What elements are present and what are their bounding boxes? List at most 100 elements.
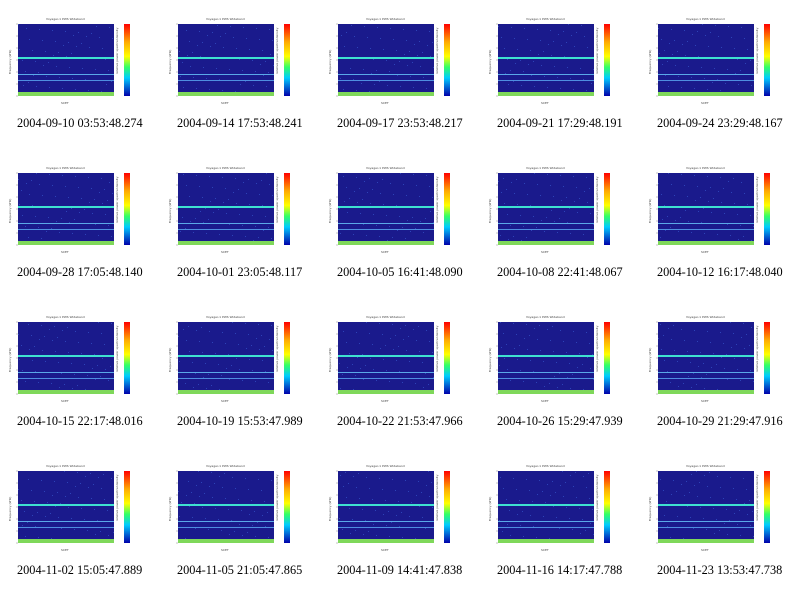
plot-title: Voyager-1 PWS Wideband xyxy=(206,17,245,21)
plot-title: Voyager-1 PWS Wideband xyxy=(366,315,405,319)
spectrogram-thumbnail[interactable]: Voyager-1 PWS Wideband Frequency (kHz) rel… xyxy=(486,163,620,259)
axis-label-x: SCET xyxy=(221,250,229,254)
spectrogram-thumbnail[interactable]: Voyager-1 PWS Wideband Frequency (kHz) rel… xyxy=(6,312,140,408)
spectrogram-plot: Voyager-1 PWS Wideband Frequency (kHz) rel… xyxy=(326,312,460,408)
spectrogram-gallery: Voyager-1 PWS Wideband Frequency (kHz) rel… xyxy=(0,0,800,596)
timestamp-caption: 2004-10-12 16:17:48.040 xyxy=(657,265,783,279)
colorbar-label: relative power spectral density xyxy=(435,176,439,223)
plot-title: Voyager-1 PWS Wideband xyxy=(46,17,85,21)
plot-title: Voyager-1 PWS Wideband xyxy=(526,17,565,21)
plot-title: Voyager-1 PWS Wideband xyxy=(686,17,725,21)
axis-label-x: SCET xyxy=(541,250,549,254)
spectrogram-thumbnail[interactable]: Voyager-1 PWS Wideband Frequency (kHz) rel… xyxy=(326,163,460,259)
axis-label-y: Frequency (kHz) xyxy=(488,348,492,372)
axis-label-y: Frequency (kHz) xyxy=(648,348,652,372)
axis-label-x: SCET xyxy=(701,399,709,403)
axis-label-x: SCET xyxy=(221,399,229,403)
spectrogram-thumbnail[interactable]: Voyager-1 PWS Wideband Frequency (kHz) rel… xyxy=(166,163,300,259)
axis-label-y: Frequency (kHz) xyxy=(328,199,332,223)
timestamp-caption: 2004-11-05 21:05:47.865 xyxy=(177,563,303,577)
axis-label-x: SCET xyxy=(61,101,69,105)
gallery-item: Voyager-1 PWS Wideband Frequency (kHz) rel… xyxy=(320,447,480,596)
timestamp-caption: 2004-10-05 16:41:48.090 xyxy=(337,265,463,279)
axis-label-y: Frequency (kHz) xyxy=(488,199,492,223)
spectrogram-plot: Voyager-1 PWS Wideband Frequency (kHz) rel… xyxy=(6,461,140,557)
spectrogram-thumbnail[interactable]: Voyager-1 PWS Wideband Frequency (kHz) rel… xyxy=(486,14,620,110)
axis-label-x: SCET xyxy=(381,548,389,552)
colorbar-label: relative power spectral density xyxy=(595,176,599,223)
axis-label-y: Frequency (kHz) xyxy=(328,348,332,372)
colorbar-label: relative power spectral density xyxy=(435,474,439,521)
spectrogram-thumbnail[interactable]: Voyager-1 PWS Wideband Frequency (kHz) rel… xyxy=(646,14,780,110)
spectrogram-plot: Voyager-1 PWS Wideband Frequency (kHz) rel… xyxy=(486,14,620,110)
timestamp-caption: 2004-09-10 03:53:48.274 xyxy=(17,116,143,130)
plot-title: Voyager-1 PWS Wideband xyxy=(686,315,725,319)
axis-label-x: SCET xyxy=(541,548,549,552)
spectrogram-plot: Voyager-1 PWS Wideband Frequency (kHz) rel… xyxy=(6,14,140,110)
spectrogram-plot: Voyager-1 PWS Wideband Frequency (kHz) rel… xyxy=(166,312,300,408)
plot-title: Voyager-1 PWS Wideband xyxy=(366,464,405,468)
colorbar-label: relative power spectral density xyxy=(275,27,279,74)
gallery-item: Voyager-1 PWS Wideband Frequency (kHz) rel… xyxy=(480,0,640,149)
gallery-item: Voyager-1 PWS Wideband Frequency (kHz) rel… xyxy=(0,298,160,447)
plot-title: Voyager-1 PWS Wideband xyxy=(526,166,565,170)
axis-label-x: SCET xyxy=(61,250,69,254)
spectrogram-thumbnail[interactable]: Voyager-1 PWS Wideband Frequency (kHz) rel… xyxy=(326,14,460,110)
spectrogram-thumbnail[interactable]: Voyager-1 PWS Wideband Frequency (kHz) rel… xyxy=(6,163,140,259)
spectrogram-plot: Voyager-1 PWS Wideband Frequency (kHz) rel… xyxy=(486,163,620,259)
plot-title: Voyager-1 PWS Wideband xyxy=(206,166,245,170)
axis-label-y: Frequency (kHz) xyxy=(488,497,492,521)
axis-label-y: Frequency (kHz) xyxy=(8,497,12,521)
spectrogram-plot: Voyager-1 PWS Wideband Frequency (kHz) rel… xyxy=(646,163,780,259)
spectrogram-thumbnail[interactable]: Voyager-1 PWS Wideband Frequency (kHz) rel… xyxy=(646,163,780,259)
spectrogram-plot: Voyager-1 PWS Wideband Frequency (kHz) rel… xyxy=(166,461,300,557)
colorbar-label: relative power spectral density xyxy=(755,325,759,372)
colorbar-label: relative power spectral density xyxy=(755,27,759,74)
spectrogram-thumbnail[interactable]: Voyager-1 PWS Wideband Frequency (kHz) rel… xyxy=(6,461,140,557)
gallery-item: Voyager-1 PWS Wideband Frequency (kHz) rel… xyxy=(640,0,800,149)
colorbar-label: relative power spectral density xyxy=(275,176,279,223)
colorbar-label: relative power spectral density xyxy=(595,474,599,521)
plot-title: Voyager-1 PWS Wideband xyxy=(206,315,245,319)
colorbar-label: relative power spectral density xyxy=(115,474,119,521)
gallery-item: Voyager-1 PWS Wideband Frequency (kHz) rel… xyxy=(0,0,160,149)
gallery-item: Voyager-1 PWS Wideband Frequency (kHz) rel… xyxy=(480,149,640,298)
timestamp-caption: 2004-09-24 23:29:48.167 xyxy=(657,116,783,130)
spectrogram-thumbnail[interactable]: Voyager-1 PWS Wideband Frequency (kHz) rel… xyxy=(646,461,780,557)
spectrogram-thumbnail[interactable]: Voyager-1 PWS Wideband Frequency (kHz) rel… xyxy=(326,461,460,557)
timestamp-caption: 2004-11-02 15:05:47.889 xyxy=(17,563,143,577)
spectrogram-thumbnail[interactable]: Voyager-1 PWS Wideband Frequency (kHz) rel… xyxy=(326,312,460,408)
axis-label-y: Frequency (kHz) xyxy=(8,50,12,74)
spectrogram-thumbnail[interactable]: Voyager-1 PWS Wideband Frequency (kHz) rel… xyxy=(486,461,620,557)
axis-label-x: SCET xyxy=(701,101,709,105)
axis-label-y: Frequency (kHz) xyxy=(168,497,172,521)
spectrogram-thumbnail[interactable]: Voyager-1 PWS Wideband Frequency (kHz) rel… xyxy=(6,14,140,110)
colorbar-label: relative power spectral density xyxy=(755,474,759,521)
gallery-item: Voyager-1 PWS Wideband Frequency (kHz) rel… xyxy=(640,298,800,447)
axis-label-y: Frequency (kHz) xyxy=(168,199,172,223)
gallery-item: Voyager-1 PWS Wideband Frequency (kHz) rel… xyxy=(0,149,160,298)
axis-label-y: Frequency (kHz) xyxy=(8,199,12,223)
axis-label-x: SCET xyxy=(61,548,69,552)
colorbar-label: relative power spectral density xyxy=(115,176,119,223)
plot-title: Voyager-1 PWS Wideband xyxy=(686,464,725,468)
colorbar-label: relative power spectral density xyxy=(435,325,439,372)
axis-label-x: SCET xyxy=(701,250,709,254)
timestamp-caption: 2004-09-14 17:53:48.241 xyxy=(177,116,303,130)
axis-label-y: Frequency (kHz) xyxy=(168,50,172,74)
plot-title: Voyager-1 PWS Wideband xyxy=(526,464,565,468)
plot-title: Voyager-1 PWS Wideband xyxy=(526,315,565,319)
axis-label-x: SCET xyxy=(381,399,389,403)
spectrogram-plot: Voyager-1 PWS Wideband Frequency (kHz) rel… xyxy=(646,461,780,557)
spectrogram-thumbnail[interactable]: Voyager-1 PWS Wideband Frequency (kHz) rel… xyxy=(646,312,780,408)
plot-title: Voyager-1 PWS Wideband xyxy=(366,166,405,170)
colorbar-label: relative power spectral density xyxy=(755,176,759,223)
spectrogram-plot: Voyager-1 PWS Wideband Frequency (kHz) rel… xyxy=(646,312,780,408)
axis-label-x: SCET xyxy=(221,101,229,105)
spectrogram-thumbnail[interactable]: Voyager-1 PWS Wideband Frequency (kHz) rel… xyxy=(166,461,300,557)
timestamp-caption: 2004-10-15 22:17:48.016 xyxy=(17,414,143,428)
spectrogram-plot: Voyager-1 PWS Wideband Frequency (kHz) rel… xyxy=(166,163,300,259)
spectrogram-thumbnail[interactable]: Voyager-1 PWS Wideband Frequency (kHz) rel… xyxy=(486,312,620,408)
spectrogram-thumbnail[interactable]: Voyager-1 PWS Wideband Frequency (kHz) rel… xyxy=(166,312,300,408)
spectrogram-thumbnail[interactable]: Voyager-1 PWS Wideband Frequency (kHz) rel… xyxy=(166,14,300,110)
